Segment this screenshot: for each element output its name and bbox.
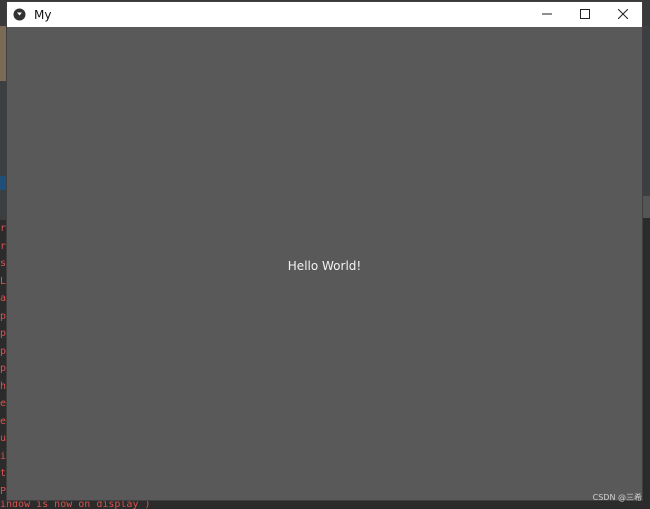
background-panel-right xyxy=(643,196,650,218)
watermark: CSDN @三希 xyxy=(592,493,642,502)
app-window: My Hello World! xyxy=(6,1,643,501)
window-titlebar[interactable]: My xyxy=(7,2,642,27)
hello-label: Hello World! xyxy=(287,259,362,273)
close-icon xyxy=(617,6,629,24)
close-button[interactable] xyxy=(604,2,642,27)
window-client-area: Hello World! xyxy=(7,27,642,500)
window-controls xyxy=(528,2,642,27)
window-title: My xyxy=(34,7,52,22)
minimize-icon xyxy=(542,6,552,24)
console-bottom-line: indow is now on display ) xyxy=(0,500,151,509)
desktop: r r s L a p p p p h e e u i t P indow is… xyxy=(0,0,650,509)
background-panel-right xyxy=(643,26,650,196)
minimize-button[interactable] xyxy=(528,2,566,27)
maximize-button[interactable] xyxy=(566,2,604,27)
app-icon xyxy=(13,8,26,21)
maximize-icon xyxy=(580,6,590,24)
